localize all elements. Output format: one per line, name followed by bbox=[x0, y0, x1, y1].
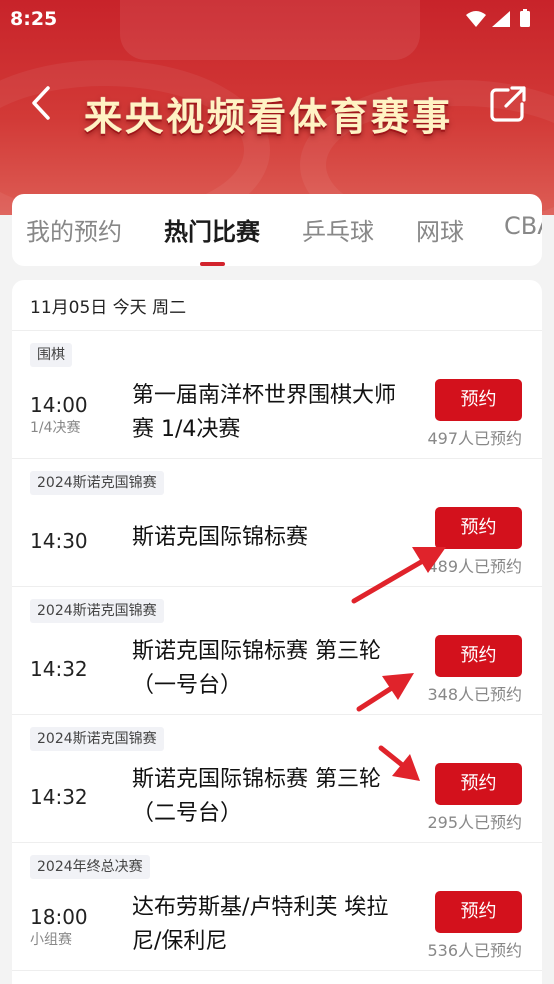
match-time: 14:32 bbox=[30, 657, 88, 681]
share-icon[interactable] bbox=[488, 84, 528, 124]
reserve-button[interactable]: 预约 bbox=[435, 763, 522, 805]
reserve-count: 348人已预约 bbox=[427, 685, 522, 704]
reserve-count: 489人已预约 bbox=[427, 557, 522, 576]
tab-bar: 我的预约 热门比赛 乒乓球 网球 CBA bbox=[12, 194, 542, 266]
match-list: 11月05日 今天 周二 围棋 14:00 1/4决赛 第一届南洋杯世界围棋大师… bbox=[12, 280, 542, 984]
screen: 8:25 来央视频看体育赛事 我的预约 热门比赛 乒乓球 网球 CBA 11月0… bbox=[0, 0, 554, 984]
match-title[interactable]: 斯诺克国际锦标赛 第三轮（二号台） bbox=[132, 763, 402, 831]
list-item[interactable]: 2024年终总决赛 18:00 小组赛 达布劳斯基/卢特利芙 埃拉尼/保利尼 预… bbox=[12, 843, 542, 971]
category-tag: 2024斯诺克国锦赛 bbox=[30, 471, 164, 495]
list-item[interactable]: 2024斯诺克国锦赛 14:30 斯诺克国际锦标赛 预约 489人已预约 bbox=[12, 459, 542, 587]
reserve-count: 295人已预约 bbox=[427, 813, 522, 832]
category-tag: 2024斯诺克国锦赛 bbox=[30, 727, 164, 751]
reserve-button[interactable]: 预约 bbox=[435, 379, 522, 421]
category-tag: 围棋 bbox=[30, 343, 72, 367]
tab-tennis[interactable]: 网球 bbox=[416, 212, 464, 247]
match-time: 14:00 bbox=[30, 393, 88, 417]
reserve-button[interactable]: 预约 bbox=[435, 635, 522, 677]
date-header: 11月05日 今天 周二 bbox=[30, 298, 187, 318]
match-title[interactable]: 斯诺克国际锦标赛 第三轮（一号台） bbox=[132, 635, 402, 703]
match-title[interactable]: 达布劳斯基/卢特利芙 埃拉尼/保利尼 bbox=[132, 891, 402, 959]
page-title: 来央视频看体育赛事 bbox=[84, 94, 454, 139]
battery-icon bbox=[520, 11, 530, 27]
match-title[interactable]: 第一届南洋杯世界围棋大师赛 1/4决赛 bbox=[132, 379, 402, 447]
back-arrow-icon[interactable] bbox=[24, 82, 60, 124]
tab-my-reservations[interactable]: 我的预约 bbox=[26, 212, 122, 247]
cell-signal-icon bbox=[492, 11, 510, 27]
reserve-count: 497人已预约 bbox=[427, 429, 522, 448]
active-tab-indicator bbox=[200, 262, 225, 266]
wifi-icon bbox=[466, 11, 486, 27]
match-title[interactable]: 斯诺克国际锦标赛 bbox=[132, 521, 402, 555]
tab-cba[interactable]: CBA bbox=[504, 212, 542, 240]
tab-hot-matches[interactable]: 热门比赛 bbox=[164, 212, 260, 247]
match-stage: 小组赛 bbox=[30, 932, 72, 948]
header-banner: 8:25 来央视频看体育赛事 bbox=[0, 0, 554, 215]
match-stage: 1/4决赛 bbox=[30, 420, 81, 436]
status-icons bbox=[466, 9, 530, 27]
reserve-count: 536人已预约 bbox=[427, 941, 522, 960]
list-item[interactable]: 2024斯诺克国锦赛 14:32 斯诺克国际锦标赛 第三轮（一号台） 预约 34… bbox=[12, 587, 542, 715]
list-item[interactable]: 2024斯诺克国锦赛 14:32 斯诺克国际锦标赛 第三轮（二号台） 预约 29… bbox=[12, 715, 542, 843]
tab-table-tennis[interactable]: 乒乓球 bbox=[302, 212, 374, 247]
list-item[interactable]: 围棋 14:00 1/4决赛 第一届南洋杯世界围棋大师赛 1/4决赛 预约 49… bbox=[12, 331, 542, 459]
category-tag: 2024斯诺克国锦赛 bbox=[30, 599, 164, 623]
match-time: 14:32 bbox=[30, 785, 88, 809]
match-time: 18:00 bbox=[30, 905, 88, 929]
status-time: 8:25 bbox=[10, 8, 58, 30]
category-tag: 2024年终总决赛 bbox=[30, 855, 150, 879]
reserve-button[interactable]: 预约 bbox=[435, 891, 522, 933]
reserve-button[interactable]: 预约 bbox=[435, 507, 522, 549]
match-time: 14:30 bbox=[30, 529, 88, 553]
